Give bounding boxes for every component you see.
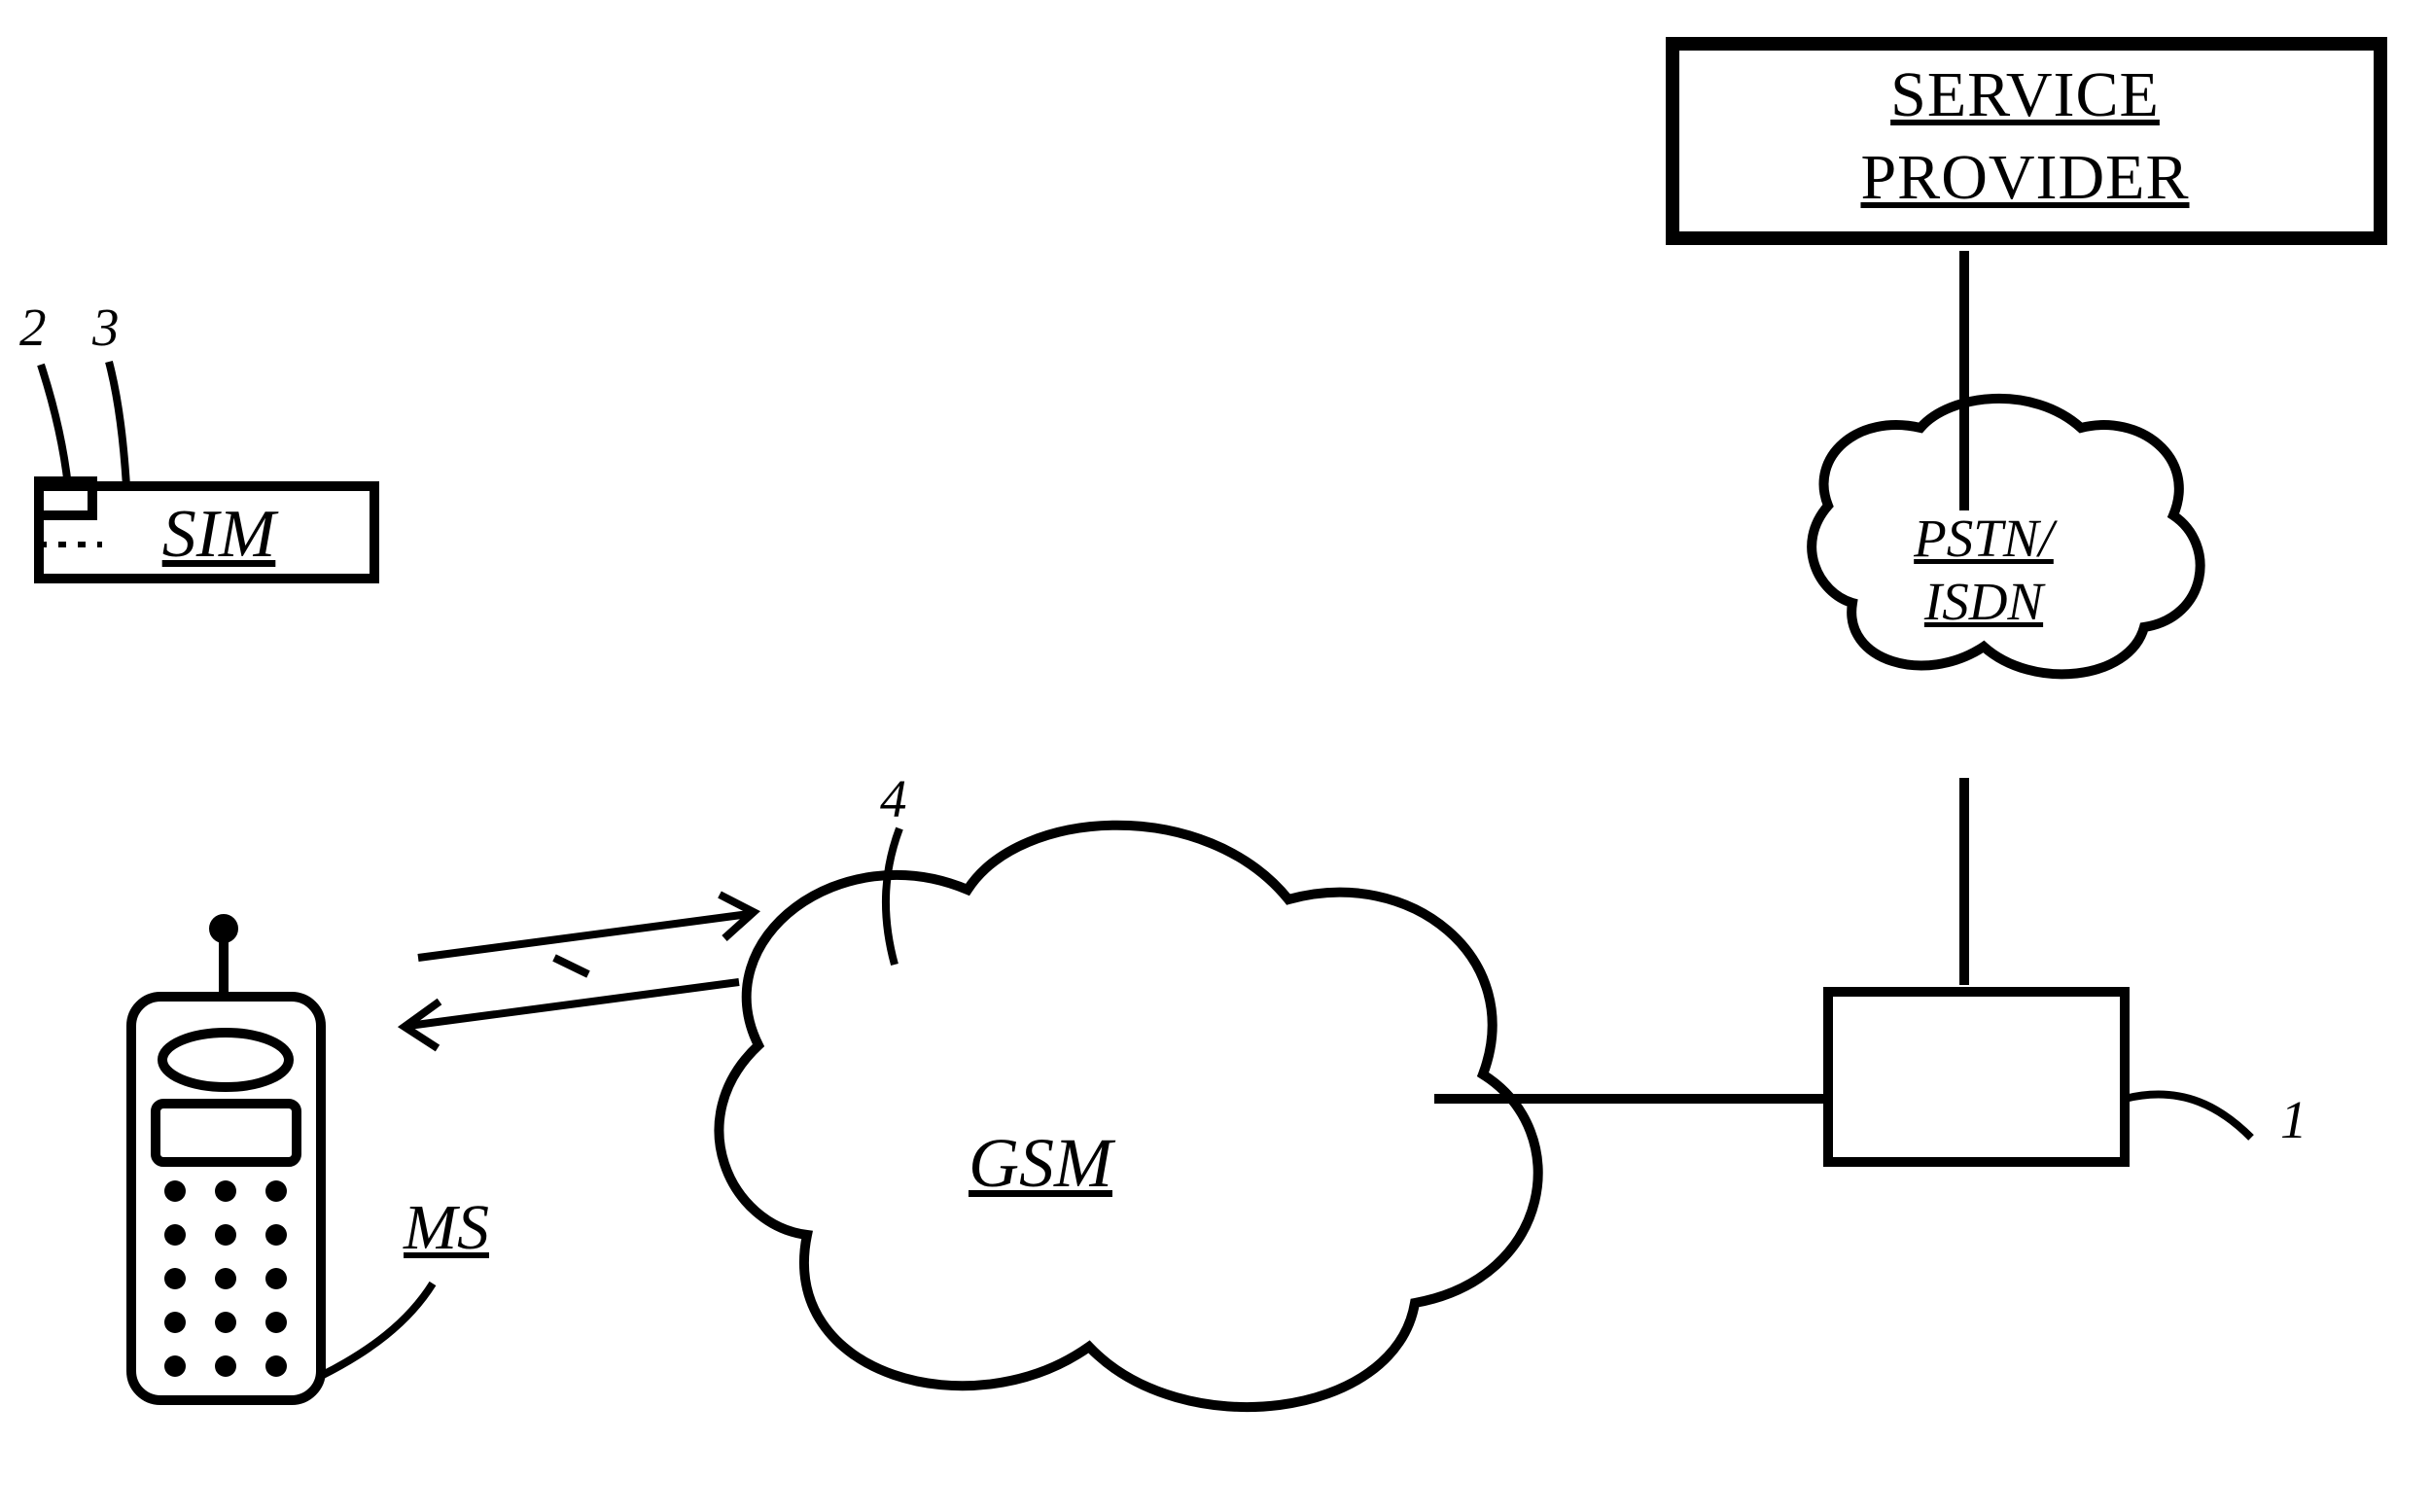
- label-3: 3: [92, 297, 120, 358]
- leader-to-2: [41, 365, 68, 486]
- box-1: [1828, 992, 2125, 1162]
- label-4: 4: [880, 768, 907, 829]
- leader-phone-to-ms: [321, 1283, 433, 1376]
- label-2: 2: [19, 297, 47, 358]
- service-provider-label-line1: SERVICE: [1721, 58, 2329, 132]
- sim-label: SIM: [97, 496, 340, 574]
- gsm-cloud: [719, 826, 1537, 1407]
- leader-to-4: [886, 828, 899, 965]
- leader-to-1: [2125, 1095, 2251, 1138]
- rf-arrows: [405, 895, 754, 1048]
- leader-to-3: [109, 362, 126, 486]
- ms-label: MS: [404, 1191, 489, 1265]
- mobile-phone-icon: [131, 919, 321, 1400]
- pstn-label-line1: PSTN/: [1857, 510, 2110, 567]
- service-provider-label-line2: PROVIDER: [1721, 141, 2329, 215]
- pstn-label-line2: ISDN: [1857, 574, 2110, 630]
- gsm-label: GSM: [895, 1123, 1186, 1204]
- label-1: 1: [2280, 1089, 2308, 1150]
